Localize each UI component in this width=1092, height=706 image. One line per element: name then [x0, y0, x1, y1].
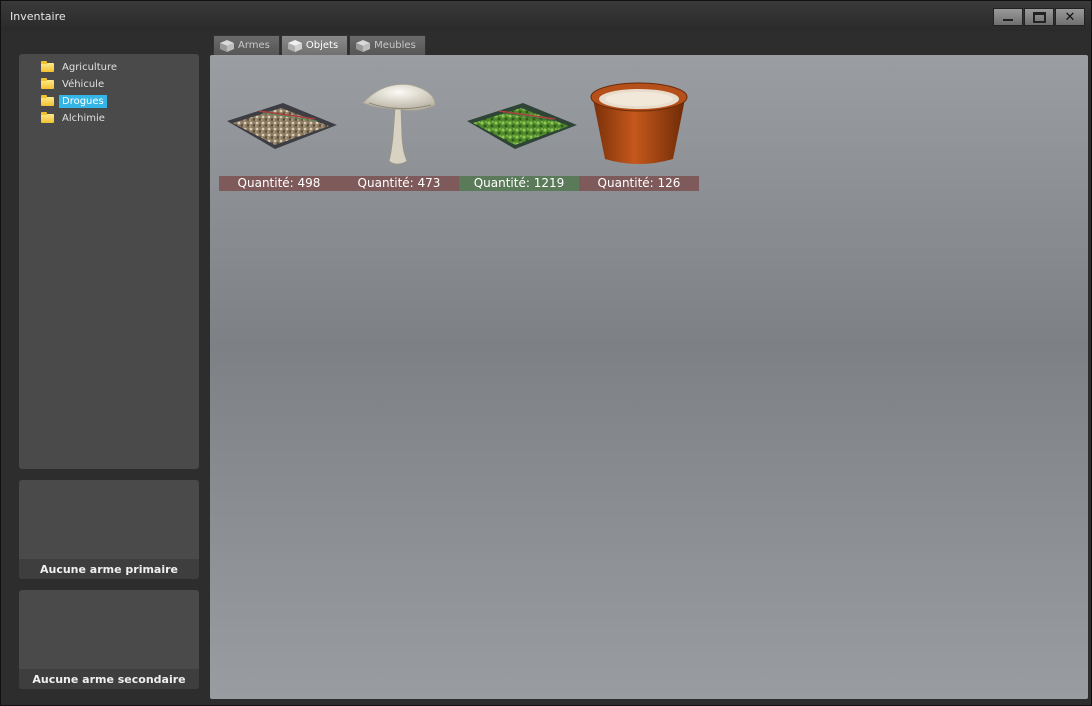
secondary-weapon-label: Aucune arme secondaire [19, 669, 199, 689]
tab-label: Meubles [374, 40, 416, 51]
category-label: Drogues [59, 94, 107, 108]
folder-icon [41, 111, 54, 123]
window-title: Inventaire [10, 10, 66, 23]
category-vehicule[interactable]: Véhicule [41, 77, 107, 91]
inventory-item-seed-bag[interactable]: Quantité: 498 [219, 75, 339, 193]
cube-icon [287, 39, 302, 52]
tab-label: Objets [305, 40, 339, 51]
tab-label: Armes [238, 40, 270, 51]
primary-weapon-label: Aucune arme primaire [19, 559, 199, 579]
maximize-icon [1032, 11, 1046, 23]
category-drogues[interactable]: Drogues [41, 94, 107, 108]
title-bar[interactable]: Inventaire ✕ [1, 1, 1091, 31]
inventory-item-mushroom[interactable]: Quantité: 473 [339, 75, 459, 193]
window-controls: ✕ [992, 8, 1085, 26]
folder-icon [41, 94, 54, 106]
item-quantity: Quantité: 1219 [459, 176, 579, 191]
item-quantity: Quantité: 498 [219, 176, 339, 191]
inventory-item-flower-pot[interactable]: Quantité: 126 [579, 75, 699, 193]
category-alchimie[interactable]: Alchimie [41, 111, 108, 125]
tab-meubles[interactable]: Meubles [349, 35, 426, 55]
leaf-bag-icon [467, 103, 577, 149]
mushroom-icon [362, 84, 436, 165]
primary-weapon-slot[interactable]: Aucune arme primaire [19, 480, 199, 579]
cube-icon [356, 39, 371, 52]
minimize-button[interactable] [993, 8, 1023, 26]
maximize-button[interactable] [1024, 8, 1054, 26]
inventory-grid: Quantité: 498 Quantité: 473 Quantité: 12… [210, 55, 1088, 699]
close-icon: ✕ [1064, 9, 1076, 25]
tab-armes[interactable]: Armes [213, 35, 280, 55]
category-tree: Agriculture Véhicule Drogues Alchimie [19, 54, 199, 469]
category-label: Véhicule [62, 78, 105, 90]
category-label: Alchimie [62, 112, 105, 124]
item-quantity: Quantité: 126 [579, 176, 699, 191]
flower-pot-icon [590, 82, 688, 164]
inventory-tabs: Armes Objets Meubles [213, 35, 427, 55]
seed-bag-icon [227, 103, 337, 149]
category-label: Agriculture [62, 61, 117, 73]
tab-objets[interactable]: Objets [280, 35, 349, 55]
folder-icon [41, 77, 54, 89]
category-agriculture[interactable]: Agriculture [41, 60, 120, 74]
folder-icon [41, 60, 54, 72]
secondary-weapon-slot[interactable]: Aucune arme secondaire [19, 590, 199, 689]
close-button[interactable]: ✕ [1055, 8, 1085, 26]
cube-icon [220, 39, 234, 52]
inventory-item-leaf-bag[interactable]: Quantité: 1219 [459, 75, 579, 193]
inventory-window: Inventaire ✕ Agriculture Véhicule Drogue… [0, 0, 1092, 706]
item-quantity: Quantité: 473 [339, 176, 459, 191]
minimize-icon [1003, 18, 1013, 21]
